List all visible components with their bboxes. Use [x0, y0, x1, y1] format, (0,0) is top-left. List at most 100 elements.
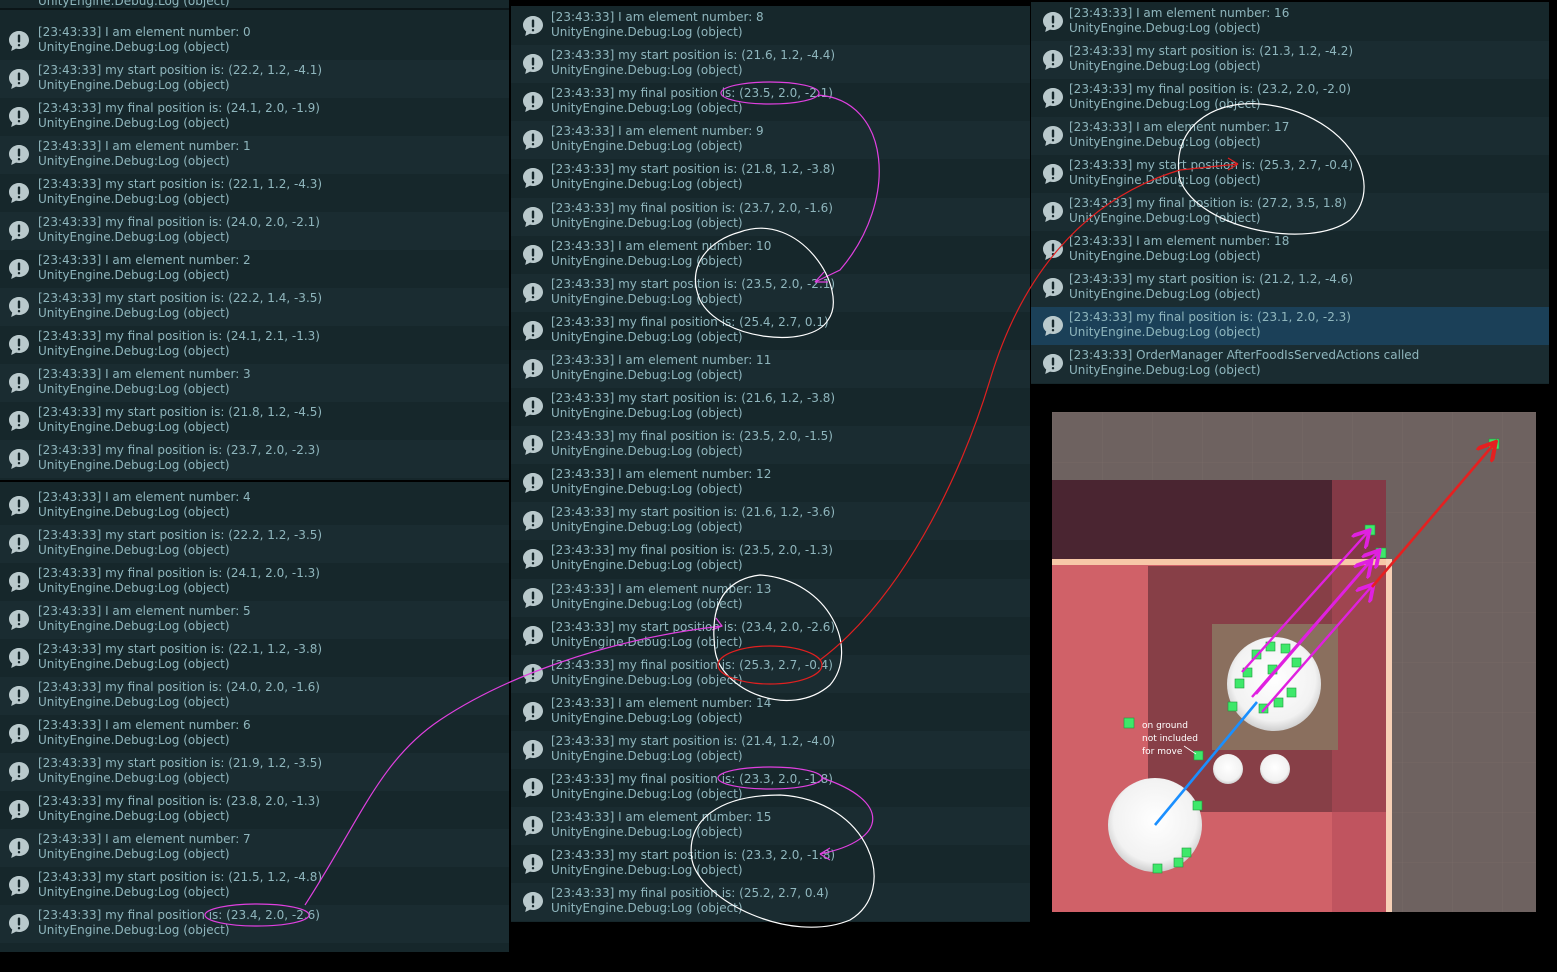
scene-view[interactable]: on ground not included for move	[1052, 412, 1536, 912]
log-stacktrace-text: UnityEngine.Debug:Log (object)	[551, 139, 743, 154]
log-entry[interactable]: [23:43:33] I am element number: 6 UnityEn…	[0, 715, 509, 753]
log-entry[interactable]: [23:43:33] my start position is: (22.2, …	[0, 60, 509, 98]
log-entry[interactable]: [23:43:33] my start position is: (21.5, …	[0, 867, 509, 905]
log-entry[interactable]: [23:43:33] I am element number: 12 UnityE…	[511, 464, 1030, 502]
log-entry[interactable]: [23:43:33] my start position is: (23.5, …	[511, 273, 1030, 312]
log-entry[interactable]: [23:43:33] my final position is: (23.5, …	[511, 83, 1030, 121]
log-stacktrace-text: UnityEngine.Debug:Log (object)	[1069, 325, 1261, 339]
log-entry[interactable]: [23:43:33] my start position is: (22.1, …	[0, 639, 509, 677]
log-stacktrace-text: UnityEngine.Debug:Log (object)	[38, 733, 230, 747]
log-entry[interactable]: [23:43:33] my final position is: (23.2, …	[1031, 79, 1549, 117]
log-entry[interactable]: [23:43:33] my start position is: (22.1, …	[0, 174, 509, 212]
log-entry[interactable]: [23:43:33] my final position is: (23.7, …	[0, 440, 509, 478]
log-message-icon	[1041, 86, 1065, 110]
log-entry[interactable]: [23:43:33] I am element number: 2 UnityEn…	[0, 250, 509, 288]
log-entry[interactable]: [23:43:33] my final position is: (23.5, …	[511, 540, 1030, 578]
log-entry[interactable]: [23:43:33] I am element number: 9 UnityEn…	[511, 121, 1030, 160]
log-stacktrace-text: UnityEngine.Debug:Log (object)	[551, 520, 743, 535]
log-entry[interactable]: [23:43:33] my final position is: (24.0, …	[0, 677, 509, 715]
log-stacktrace-text: UnityEngine.Debug:Log (object)	[1069, 135, 1261, 149]
log-message-icon	[7, 29, 31, 53]
log-message-icon	[7, 608, 31, 632]
log-stacktrace-text: UnityEngine.Debug:Log (object)	[551, 177, 743, 192]
log-message-icon	[1041, 238, 1065, 262]
log-message-text: [23:43:33] I am element number: 9	[551, 124, 764, 139]
log-entry[interactable]: [23:43:33] my final position is: (24.0, …	[0, 212, 509, 250]
log-stacktrace-text: UnityEngine.Debug:Log (object)	[551, 444, 743, 459]
log-entry[interactable]: [23:43:33] I am element number: 5 UnityEn…	[0, 601, 509, 639]
log-entry[interactable]: [23:43:33] my final position is: (23.4, …	[0, 905, 509, 943]
log-stacktrace-text: UnityEngine.Debug:Log (object)	[1069, 97, 1261, 111]
log-entry[interactable]: [23:43:33] I am element number: 10 UnityE…	[511, 236, 1030, 274]
log-entry[interactable]: [23:43:33] I am element number: 11 UnityE…	[511, 349, 1030, 388]
log-entry[interactable]: [23:43:33] I am element number: 0 UnityEn…	[0, 22, 509, 60]
log-entry[interactable]: [23:43:33] I am element number: 15 UnityE…	[511, 807, 1030, 846]
log-entry[interactable]: [23:43:33] my final position is: (23.7, …	[511, 197, 1030, 236]
log-entry[interactable]: [23:43:33] I am element number: 7 UnityEn…	[0, 829, 509, 867]
log-message-icon	[7, 494, 31, 518]
log-entry[interactable]: [23:43:33] I am element number: 14 UnityE…	[511, 693, 1030, 731]
log-entry[interactable]: [23:43:33] my final position is: (24.1, …	[0, 98, 509, 136]
log-message-icon	[7, 447, 31, 471]
log-message-icon	[7, 798, 31, 822]
log-entry[interactable]: [23:43:33] my start position is: (25.3, …	[1031, 155, 1549, 193]
log-entry[interactable]: [23:43:33] my start position is: (21.3, …	[1031, 41, 1549, 79]
log-message-text: [23:43:33] my final position is: (23.4, …	[38, 908, 320, 922]
log-message-text: [23:43:33] my final position is: (24.0, …	[38, 680, 320, 694]
log-stacktrace-text: UnityEngine.Debug:Log (object)	[1069, 249, 1261, 263]
log-entry[interactable]: [23:43:33] my start position is: (22.2, …	[0, 288, 509, 326]
log-message-icon	[521, 814, 545, 838]
log-entry[interactable]: [23:43:33] I am element number: 16 UnityE…	[1031, 3, 1549, 41]
log-stacktrace-text: UnityEngine.Debug:Log (object)	[38, 771, 230, 785]
log-message-icon	[1041, 10, 1065, 34]
log-entry[interactable]: [23:43:33] my final position is: (24.1, …	[0, 326, 509, 364]
log-entry[interactable]: [23:43:33] my start position is: (21.6, …	[511, 45, 1030, 84]
log-entry[interactable]: [23:43:33] my final position is: (25.4, …	[511, 312, 1030, 350]
log-entry[interactable]: [23:43:33] I am element number: 18 UnityE…	[1031, 231, 1549, 269]
scene-note-line1: on ground	[1142, 721, 1188, 731]
log-message-icon	[7, 684, 31, 708]
log-message-icon	[7, 143, 31, 167]
small-sphere	[1213, 754, 1243, 784]
log-message-text: [23:43:33] I am element number: 13	[551, 581, 772, 596]
log-entry[interactable]: [23:43:33] my start position is: (21.6, …	[511, 388, 1030, 426]
log-entry[interactable]: [23:43:33] I am element number: 4 UnityEn…	[0, 487, 509, 525]
log-message-icon	[7, 874, 31, 898]
log-entry[interactable]: [23:43:33] I am element number: 8 UnityEn…	[511, 7, 1030, 45]
log-entry[interactable]: [23:43:33] my start position is: (21.4, …	[511, 730, 1030, 769]
log-entry[interactable]: [23:43:33] my final position is: (23.8, …	[0, 791, 509, 829]
log-entry[interactable]: [23:43:33] my final position is: (24.1, …	[0, 563, 509, 601]
log-entry[interactable]: [23:43:33] my final position is: (23.3, …	[511, 769, 1030, 807]
log-entry[interactable]: [23:43:33] I am element number: 3 UnityEn…	[0, 364, 509, 402]
log-entry[interactable]: [23:43:33] I am element number: 1 UnityEn…	[0, 136, 509, 174]
log-entry[interactable]: [23:43:33] my final position is: (25.2, …	[511, 883, 1030, 922]
log-message-text: [23:43:33] my start position is: (21.5, …	[38, 870, 323, 884]
log-stacktrace-text: UnityEngine.Debug:Log (object)	[1069, 211, 1261, 225]
log-entry[interactable]: [23:43:33] my final position is: (25.3, …	[511, 654, 1030, 693]
log-stacktrace-text: UnityEngine.Debug:Log (object)	[38, 505, 230, 519]
log-entry[interactable]: [23:43:33] my start position is: (21.8, …	[0, 402, 509, 440]
log-message-text: [23:43:33] my final position is: (25.3, …	[551, 657, 833, 672]
log-stacktrace-text: UnityEngine.Debug:Log (object)	[551, 901, 743, 916]
log-entry[interactable]: [23:43:33] my start position is: (22.2, …	[0, 525, 509, 563]
log-entry[interactable]: [23:43:33] my start position is: (23.4, …	[511, 617, 1030, 655]
log-entry[interactable]: [23:43:33] my final position is: (27.2, …	[1031, 193, 1549, 231]
log-message-text: [23:43:33] my final position is: (24.1, …	[38, 101, 320, 115]
log-message-text: [23:43:33] my start position is: (21.2, …	[1069, 272, 1354, 286]
log-message-text: [23:43:33] my start position is: (23.5, …	[551, 276, 836, 291]
log-entry[interactable]: [23:43:33] my start position is: (21.9, …	[0, 753, 509, 791]
log-entry[interactable]: [23:43:33] my start position is: (21.6, …	[511, 502, 1030, 541]
log-entry[interactable]: [23:43:33] my start position is: (21.2, …	[1031, 269, 1549, 307]
log-message-icon	[7, 912, 31, 936]
log-entry[interactable]: [23:43:33] my final position is: (23.5, …	[511, 426, 1030, 465]
log-stacktrace-text: UnityEngine.Debug:Log (object)	[1069, 21, 1261, 35]
log-message-text: [23:43:33] my start position is: (21.6, …	[551, 391, 836, 405]
log-entry[interactable]: [23:43:33] I am element number: 17 UnityE…	[1031, 117, 1549, 155]
log-stacktrace-text: UnityEngine.Debug:Log (object)	[1069, 287, 1261, 301]
log-entry[interactable]: [23:43:33] my start position is: (21.8, …	[511, 159, 1030, 197]
log-entry[interactable]: [23:43:33] I am element number: 13 UnityE…	[511, 578, 1030, 617]
log-entry[interactable]: [23:43:33] OrderManager AfterFoodIsServe…	[1031, 345, 1549, 383]
log-stacktrace-text: UnityEngine.Debug:Log (object)	[551, 63, 743, 78]
log-entry[interactable]: [23:43:33] my final position is: (23.1, …	[1031, 307, 1549, 345]
log-entry[interactable]: [23:43:33] my start position is: (23.3, …	[511, 845, 1030, 883]
